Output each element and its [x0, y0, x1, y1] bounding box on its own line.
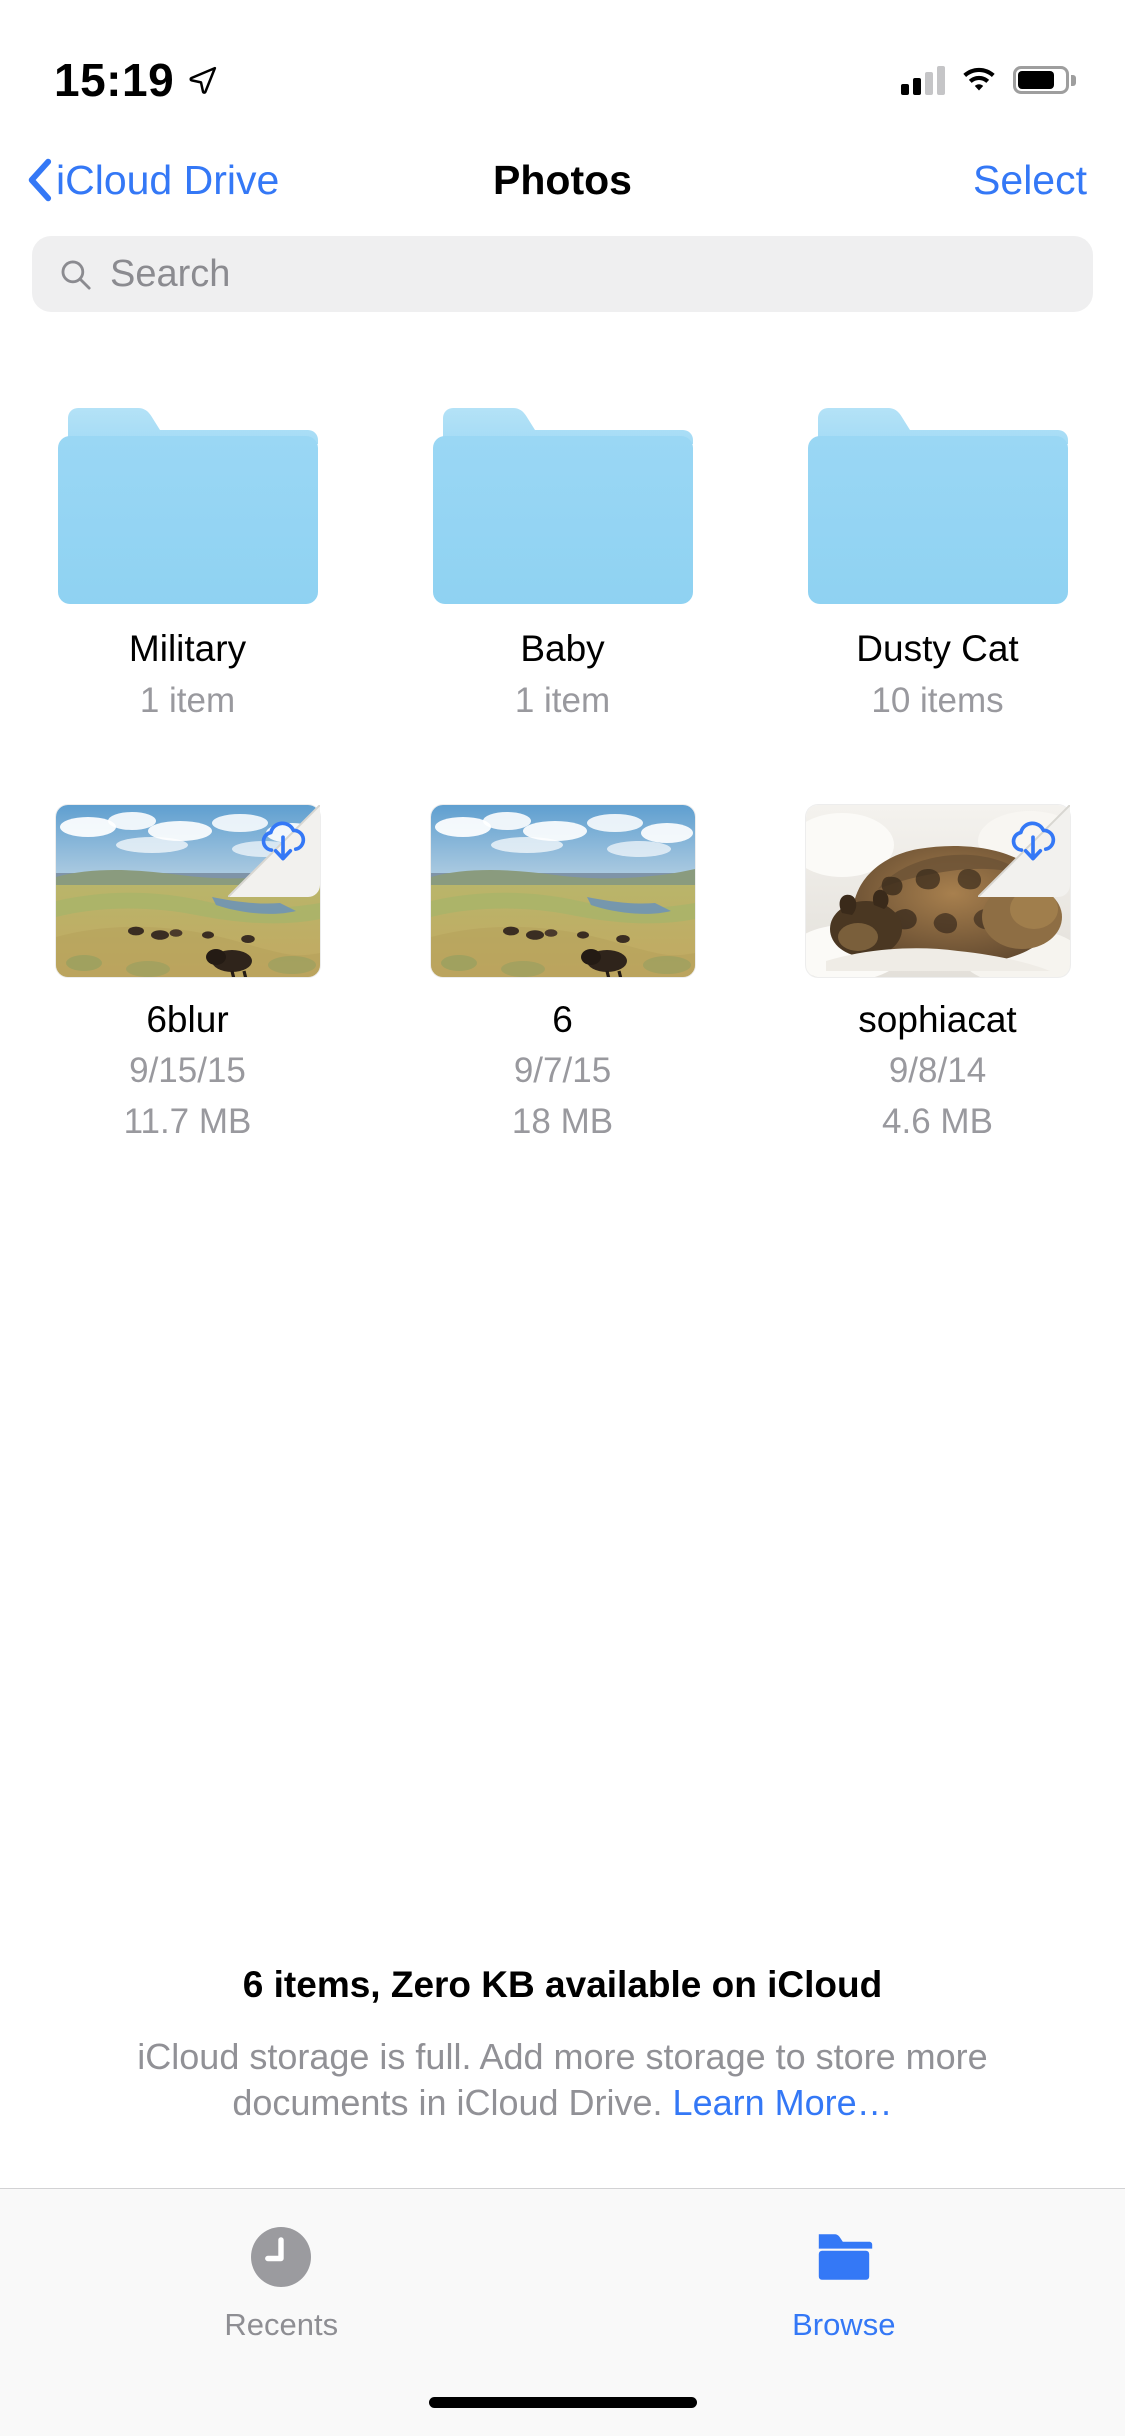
grid-item-folder[interactable]: Baby 1 item: [375, 402, 750, 721]
photo-thumbnail-prairie: [430, 804, 695, 977]
item-size: 18 MB: [511, 1101, 614, 1141]
item-subtitle: 1 item: [139, 680, 236, 720]
item-name: Dusty Cat: [856, 628, 1019, 669]
status-bar-time: 15:19: [54, 54, 175, 106]
tab-browse-label: Browse: [792, 2307, 896, 2342]
tab-recents-label: Recents: [224, 2307, 339, 2342]
item-subtitle: 1 item: [514, 680, 611, 720]
item-name: Baby: [520, 628, 605, 669]
status-bar-left: 15:19: [54, 53, 218, 107]
item-name: 6blur: [146, 998, 229, 1040]
search-icon: [61, 260, 91, 290]
icloud-download-icon[interactable]: [1006, 815, 1060, 869]
item-date: 9/7/15: [513, 1051, 612, 1091]
back-button-label: iCloud Drive: [56, 156, 280, 203]
home-indicator: [428, 2397, 697, 2408]
learn-more-link[interactable]: Learn More…: [673, 2082, 893, 2123]
thumbnail-holder: [430, 804, 695, 977]
folder-icon: [432, 408, 693, 604]
cellular-signal-icon: [901, 65, 945, 95]
status-bar: 15:19: [0, 0, 1125, 132]
item-size: 4.6 MB: [882, 1101, 993, 1141]
search-input[interactable]: Search: [32, 236, 1093, 312]
folder-icon: [807, 408, 1068, 604]
storage-message-line1: iCloud storage is full. Add more storage…: [137, 2035, 988, 2077]
back-button[interactable]: iCloud Drive: [26, 157, 279, 204]
item-size: 11.7 MB: [123, 1101, 252, 1141]
battery-icon: [1013, 66, 1076, 94]
select-button[interactable]: Select: [973, 157, 1087, 204]
chevron-left-icon: [28, 158, 52, 202]
search-placeholder: Search: [110, 252, 231, 295]
tab-bar: Recents Browse: [0, 2188, 1125, 2436]
search-container: Search: [0, 228, 1125, 312]
navigation-bar: iCloud Drive Photos Select: [0, 132, 1125, 228]
location-arrow-icon: [189, 66, 217, 94]
folder-icon: [818, 2234, 872, 2280]
item-date: 9/15/15: [129, 1051, 246, 1091]
item-date: 9/8/14: [888, 1051, 987, 1091]
grid-item-file[interactable]: 6blur 9/15/15 11.7 MB: [0, 804, 375, 1142]
item-subtitle: 10 items: [871, 680, 1004, 720]
storage-status-footer: 6 items, Zero KB available on iCloud iCl…: [0, 1964, 1125, 2126]
grid-item-file[interactable]: sophiacat 9/8/14 4.6 MB: [750, 804, 1125, 1142]
item-name: sophiacat: [858, 998, 1017, 1040]
wifi-icon: [963, 67, 995, 91]
grid-item-folder[interactable]: Dusty Cat 10 items: [750, 402, 1125, 721]
item-name: 6: [552, 998, 573, 1040]
grid-item-folder[interactable]: Military 1 item: [0, 402, 375, 721]
item-count-text: 6 items, Zero KB available on iCloud: [242, 1963, 883, 2005]
icloud-download-icon[interactable]: [256, 815, 310, 869]
clock-icon: [251, 2227, 312, 2287]
storage-message: iCloud storage is full. Add more storage…: [46, 2034, 1079, 2126]
thumbnail-holder: [55, 804, 320, 977]
thumbnail-holder: [805, 804, 1070, 977]
item-name: Military: [128, 628, 247, 669]
file-grid: Military 1 item Baby 1 item Dusty Cat 10…: [0, 312, 1125, 1142]
storage-message-line2: documents in iCloud Drive.: [232, 2081, 673, 2123]
status-bar-right: [901, 65, 1076, 95]
folder-icon: [57, 408, 318, 604]
grid-item-file[interactable]: 6 9/7/15 18 MB: [375, 804, 750, 1142]
